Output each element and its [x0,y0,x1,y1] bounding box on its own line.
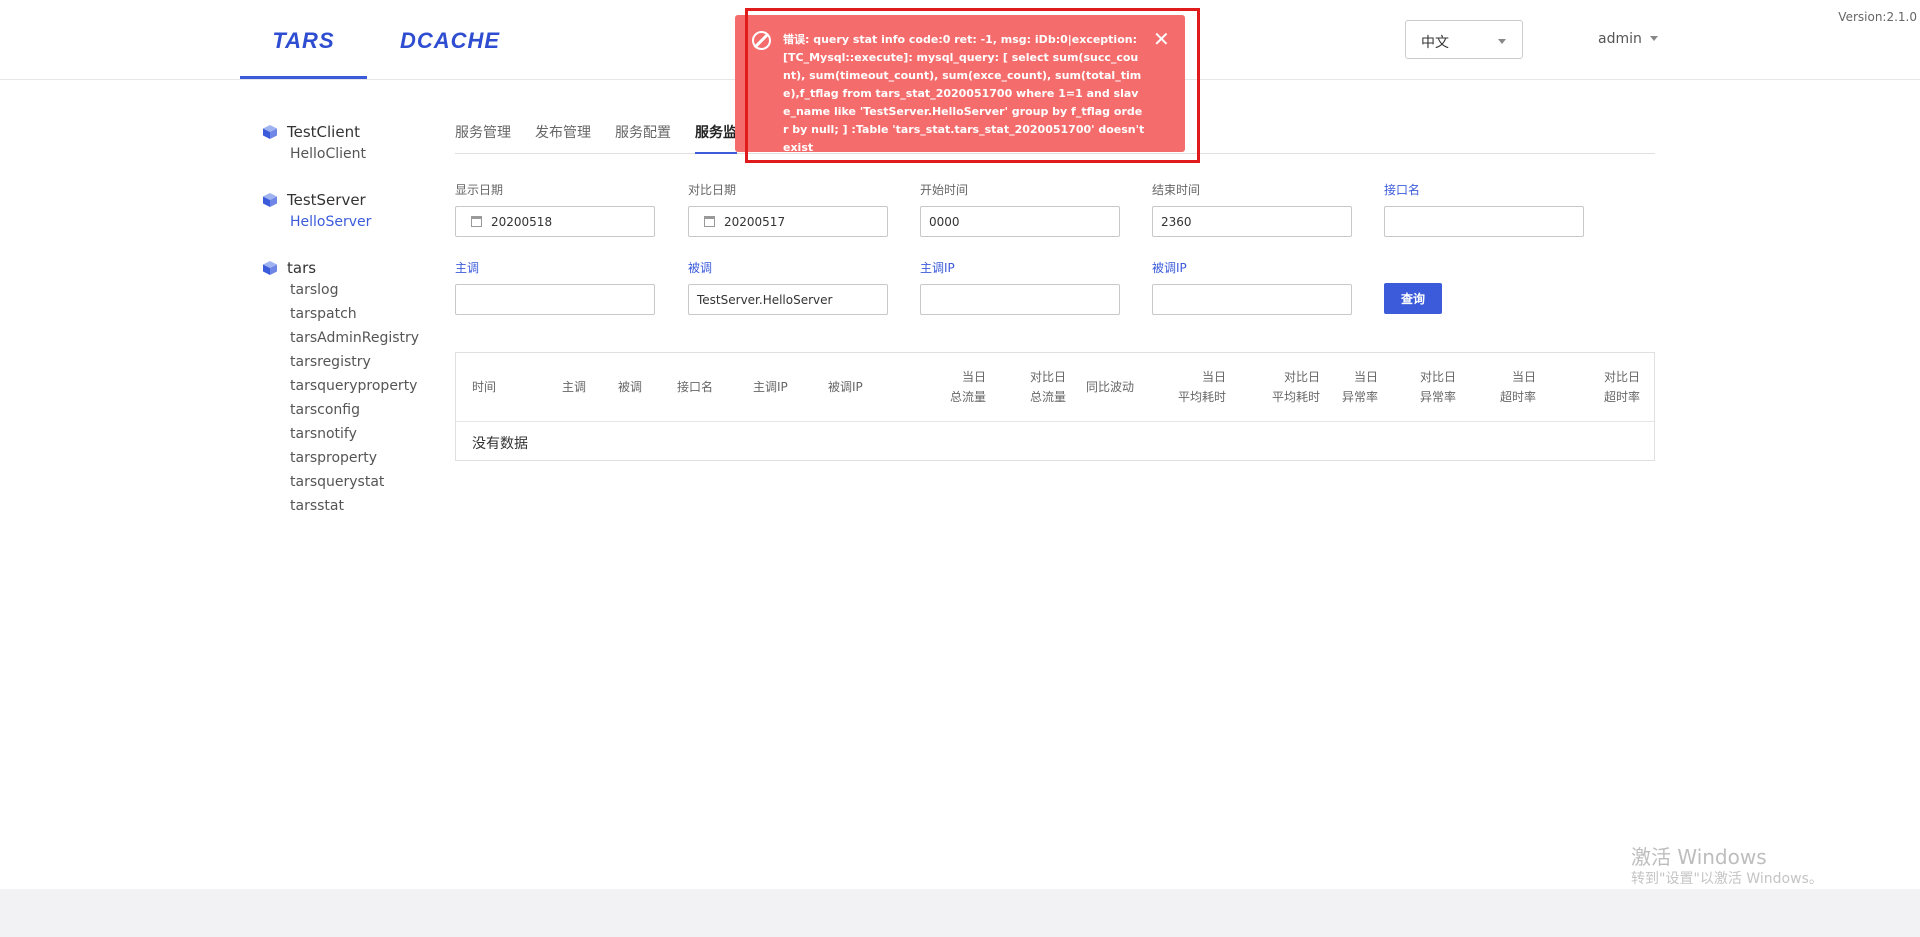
column-header[interactable]: 当日 超时率 [1476,367,1536,407]
cube-icon [263,193,277,207]
server-item-tarslog[interactable]: tarslog [290,278,422,302]
column-header[interactable]: 主调 [562,377,586,397]
tab-publish-management[interactable]: 发布管理 [535,122,591,152]
server-item-tarsstat[interactable]: tarsstat [290,494,422,518]
dcache-logo: DCACHE [399,28,501,53]
server-item-tarsadminregistry[interactable]: tarsAdminRegistry [290,326,422,350]
server-item-tarsregistry[interactable]: tarsregistry [290,350,422,374]
tab-service-config[interactable]: 服务配置 [615,122,671,152]
app-title[interactable]: tars [262,258,422,278]
column-header[interactable]: 时间 [472,377,496,397]
column-header[interactable]: 对比日 异常率 [1396,367,1456,407]
chevron-down-icon [1649,36,1658,41]
compare-date-field: 对比日期 20200517 [688,181,888,237]
username: admin [1598,31,1642,47]
column-header[interactable]: 主调IP [753,377,788,397]
callee-value: TestServer.HelloServer [697,293,833,307]
highlight-box [745,8,1200,163]
column-header[interactable]: 当日 异常率 [1318,367,1378,407]
caller-label: 主调 [455,261,480,275]
calendar-icon [471,216,482,227]
app-group-tars: tars tarslog tarspatch tarsAdminRegistry… [262,258,422,518]
compare-date-label: 对比日期 [688,183,737,197]
language-select[interactable]: 中文 [1405,20,1523,59]
column-header[interactable]: 同比波动 [1086,377,1134,397]
dcache-logo-tab[interactable]: DCACHE [380,24,520,79]
show-date-value: 20200518 [491,215,553,229]
column-header[interactable]: 被调IP [828,377,863,397]
start-time-field: 开始时间 0000 [920,181,1120,237]
app-title[interactable]: TestServer [262,190,422,210]
caller-input[interactable] [455,284,655,315]
service-tree: TestClient HelloClient TestServer HelloS… [262,122,422,542]
start-time-label: 开始时间 [920,183,969,197]
server-item-tarsproperty[interactable]: tarsproperty [290,446,422,470]
chevron-down-icon [1498,39,1506,44]
language-value: 中文 [1421,35,1449,51]
column-header[interactable]: 被调 [618,377,642,397]
interface-input[interactable] [1384,206,1584,237]
compare-date-value: 20200517 [724,215,786,229]
cube-icon [263,261,277,275]
app-title[interactable]: TestClient [262,122,422,142]
app-group-testclient: TestClient HelloClient [262,122,422,166]
column-header[interactable]: 对比日 平均耗时 [1250,367,1320,407]
end-time-input[interactable]: 2360 [1152,206,1352,237]
activation-watermark-title: 激活 Windows [1631,845,1767,869]
app-title-text: TestServer [287,191,366,209]
column-header[interactable]: 对比日 超时率 [1556,367,1640,407]
end-time-value: 2360 [1161,215,1192,229]
user-menu[interactable]: admin [1598,31,1658,47]
server-item-helloserver[interactable]: HelloServer [290,210,422,234]
caller-field: 主调 [455,259,655,315]
callee-ip-label: 被调IP [1152,261,1187,275]
app-group-testserver: TestServer HelloServer [262,190,422,234]
tars-logo-tab[interactable]: TARS [240,24,367,79]
server-item-helloclient[interactable]: HelloClient [290,142,422,166]
query-button[interactable]: 查询 [1384,283,1442,314]
show-date-label: 显示日期 [455,183,504,197]
app-title-text: TestClient [287,123,360,141]
cube-icon [263,125,277,139]
app-title-text: tars [287,259,317,277]
end-time-label: 结束时间 [1152,183,1201,197]
column-header[interactable]: 当日 平均耗时 [1156,367,1226,407]
table-header: 时间 主调 被调 接口名 主调IP 被调IP 当日 总流量 对比日 总流量 同比波动… [456,353,1654,422]
caller-ip-input[interactable] [920,284,1120,315]
interface-label: 接口名 [1384,183,1421,197]
page-footer [0,889,1920,937]
stat-table: 时间 主调 被调 接口名 主调IP 被调IP 当日 总流量 对比日 总流量 同比波动… [455,352,1655,461]
calendar-icon [704,216,715,227]
tars-logo: TARS [272,28,335,53]
compare-date-input[interactable]: 20200517 [688,206,888,237]
activation-watermark-hint: 转到"设置"以激活 Windows。 [1631,871,1823,887]
callee-field: 被调 TestServer.HelloServer [688,259,888,315]
start-time-input[interactable]: 0000 [920,206,1120,237]
server-item-tarspatch[interactable]: tarspatch [290,302,422,326]
callee-input[interactable]: TestServer.HelloServer [688,284,888,315]
start-time-value: 0000 [929,215,960,229]
interface-field: 接口名 [1384,181,1584,237]
column-header[interactable]: 当日 总流量 [916,367,986,407]
column-header[interactable]: 对比日 总流量 [996,367,1066,407]
column-header[interactable]: 接口名 [677,377,713,397]
callee-ip-input[interactable] [1152,284,1352,315]
empty-state-text: 没有数据 [472,436,528,452]
server-item-tarsqueryproperty[interactable]: tarsqueryproperty [290,374,422,398]
show-date-field: 显示日期 20200518 [455,181,655,237]
callee-label: 被调 [688,261,713,275]
end-time-field: 结束时间 2360 [1152,181,1352,237]
server-item-tarsnotify[interactable]: tarsnotify [290,422,422,446]
caller-ip-label: 主调IP [920,261,955,275]
tab-service-monitor[interactable]: 服务监 [695,122,737,154]
server-item-tarsquerystat[interactable]: tarsquerystat [290,470,422,494]
show-date-input[interactable]: 20200518 [455,206,655,237]
callee-ip-field: 被调IP [1152,259,1352,315]
server-item-tarsconfig[interactable]: tarsconfig [290,398,422,422]
caller-ip-field: 主调IP [920,259,1120,315]
tab-service-management[interactable]: 服务管理 [455,122,511,152]
